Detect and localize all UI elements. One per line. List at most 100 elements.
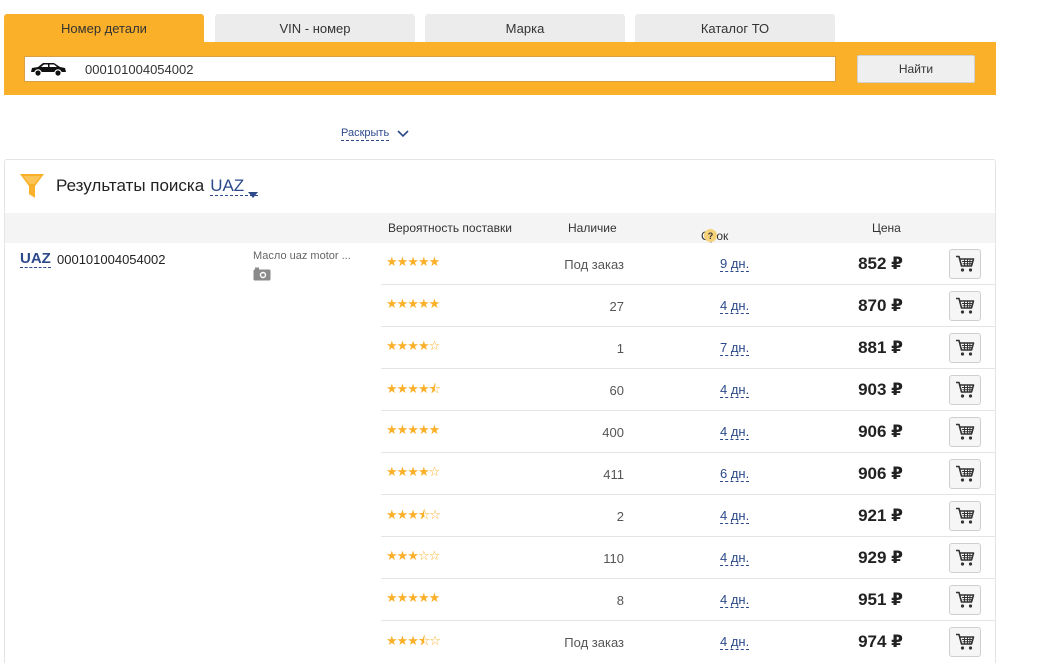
column-header-probability: Вероятность поставки	[388, 221, 512, 235]
offer-price: 870 ₽	[858, 296, 903, 315]
add-to-cart-button[interactable]	[949, 375, 981, 405]
offer-term-link[interactable]: 4 дн.	[720, 299, 750, 314]
search-input[interactable]	[85, 61, 785, 77]
part-description: Масло uaz motor ...	[253, 250, 351, 262]
offer-stock: 110	[603, 551, 624, 566]
cart-icon	[956, 633, 975, 650]
offer-row: ★★★★★ Под заказ 9 дн. 852 ₽	[381, 243, 995, 285]
rating-stars: ★★★★⯪	[386, 381, 441, 396]
add-to-cart-button[interactable]	[949, 291, 981, 321]
cart-icon	[956, 423, 975, 440]
offer-stock: Под заказ	[564, 635, 624, 650]
offer-price: 951 ₽	[858, 590, 903, 609]
offer-price: 906 ₽	[858, 464, 903, 483]
offer-price: 974 ₽	[858, 632, 903, 651]
offer-price: 881 ₽	[858, 338, 903, 357]
offer-price: 929 ₽	[858, 548, 903, 567]
offer-stock: 400	[602, 425, 624, 440]
column-header-stock: Наличие	[568, 221, 617, 235]
offer-term-link[interactable]: 4 дн.	[720, 383, 750, 398]
caret-down-icon	[248, 183, 259, 198]
part-brand-link[interactable]: UAZ	[20, 250, 51, 268]
offer-term-link[interactable]: 4 дн.	[720, 551, 750, 566]
offer-price: 921 ₽	[858, 506, 903, 525]
offer-term-link[interactable]: 9 дн.	[720, 257, 750, 272]
offer-term-link[interactable]: 4 дн.	[720, 509, 750, 524]
offer-row: ★★★★★ 8 4 дн. 951 ₽	[381, 579, 995, 621]
offer-term-link[interactable]: 6 дн.	[720, 467, 750, 482]
add-to-cart-button[interactable]	[949, 333, 981, 363]
offer-stock: 60	[609, 383, 624, 398]
offer-row: ★★★★⯪ 60 4 дн. 903 ₽	[381, 369, 995, 411]
cart-icon	[956, 297, 975, 314]
offer-row: ★★★★★ 27 4 дн. 870 ₽	[381, 285, 995, 327]
offer-stock: 27	[609, 299, 624, 314]
offer-term-link[interactable]: 7 дн.	[720, 341, 750, 356]
cart-icon	[956, 255, 975, 272]
search-button[interactable]: Найти	[857, 55, 975, 83]
search-tabs: Номер детали VIN - номер Марка Каталог Т…	[4, 14, 996, 43]
offer-stock: 8	[616, 593, 624, 608]
offer-price: 852 ₽	[858, 254, 903, 273]
offer-row: ★★★⯪☆ 2 4 дн. 921 ₽	[381, 495, 995, 537]
offer-row: ★★★★☆ 411 6 дн. 906 ₽	[381, 453, 995, 495]
offer-price: 903 ₽	[858, 380, 903, 399]
rating-stars: ★★★⯪☆	[386, 507, 441, 522]
column-header-price: Цена	[872, 221, 901, 235]
offer-stock: 411	[603, 467, 624, 482]
offer-stock: Под заказ	[564, 257, 624, 272]
rating-stars: ★★★★☆	[386, 338, 440, 353]
expand-label: Раскрыть	[341, 127, 390, 141]
brand-filter-label: UAZ	[210, 176, 245, 195]
car-icon	[29, 59, 69, 79]
part-number: 000101004054002	[57, 252, 166, 267]
offer-term-link[interactable]: 4 дн.	[720, 635, 750, 650]
offer-row: ★★★☆☆ 110 4 дн. 929 ₽	[381, 537, 995, 579]
cart-icon	[956, 591, 975, 608]
offer-row: ★★★★★ 400 4 дн. 906 ₽	[381, 411, 995, 453]
add-to-cart-button[interactable]	[949, 627, 981, 657]
offer-stock: 2	[616, 509, 624, 524]
cart-icon	[956, 339, 975, 356]
offer-stock: 1	[616, 341, 624, 356]
rating-stars: ★★★★★	[386, 590, 440, 605]
expand-toggle[interactable]: Раскрыть	[341, 127, 409, 141]
offer-row: ★★★⯪☆ Под заказ 4 дн. 974 ₽	[381, 621, 995, 663]
search-bar: Найти	[4, 42, 996, 95]
help-icon[interactable]: ?	[704, 229, 717, 242]
cart-icon	[956, 465, 975, 482]
tab-vin[interactable]: VIN - номер	[215, 14, 415, 43]
tab-part-number[interactable]: Номер детали	[4, 14, 204, 43]
rating-stars: ★★★⯪☆	[386, 633, 441, 648]
add-to-cart-button[interactable]	[949, 459, 981, 489]
table-header: Вероятность поставки Наличие Срок ? Цена	[5, 213, 995, 243]
offer-row: ★★★★☆ 1 7 дн. 881 ₽	[381, 327, 995, 369]
rating-stars: ★★★★★	[386, 296, 440, 311]
chevron-down-icon	[397, 129, 409, 139]
rating-stars: ★★★★★	[386, 422, 440, 437]
rating-stars: ★★★★☆	[386, 464, 440, 479]
results-header: Результаты поиска UAZ	[19, 172, 259, 200]
search-results-panel: Результаты поиска UAZ Вероятность постав…	[4, 159, 996, 663]
rating-stars: ★★★★★	[386, 254, 440, 269]
cart-icon	[956, 381, 975, 398]
add-to-cart-button[interactable]	[949, 501, 981, 531]
rating-stars: ★★★☆☆	[386, 548, 440, 563]
search-field-wrapper	[24, 56, 836, 82]
brand-filter-dropdown[interactable]: UAZ	[210, 176, 259, 198]
camera-icon[interactable]	[253, 267, 271, 281]
tab-maintenance-catalog[interactable]: Каталог ТО	[635, 14, 835, 43]
cart-icon	[956, 549, 975, 566]
tab-brand[interactable]: Марка	[425, 14, 625, 43]
add-to-cart-button[interactable]	[949, 249, 981, 279]
add-to-cart-button[interactable]	[949, 543, 981, 573]
add-to-cart-button[interactable]	[949, 585, 981, 615]
funnel-icon	[19, 172, 45, 200]
cart-icon	[956, 507, 975, 524]
offers-list: ★★★★★ Под заказ 9 дн. 852 ₽ ★★★★★ 27 4 дн. 870 …	[381, 243, 995, 663]
offer-price: 906 ₽	[858, 422, 903, 441]
offer-term-link[interactable]: 4 дн.	[720, 425, 750, 440]
add-to-cart-button[interactable]	[949, 417, 981, 447]
results-title: Результаты поиска	[56, 176, 205, 195]
offer-term-link[interactable]: 4 дн.	[720, 593, 750, 608]
